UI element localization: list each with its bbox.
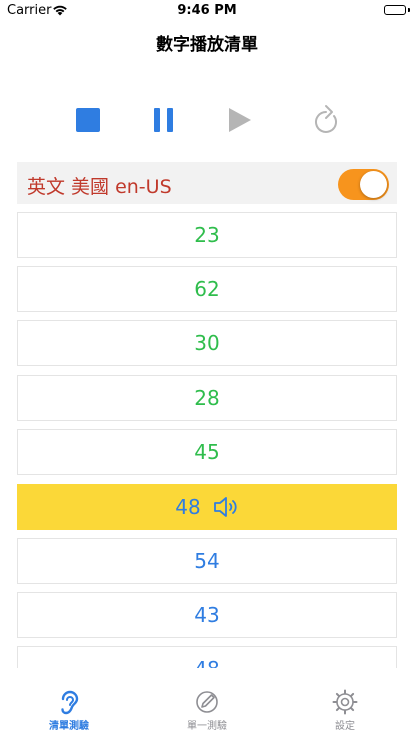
pencil-circle-icon <box>196 691 218 713</box>
number-value: 45 <box>194 440 220 464</box>
stop-button[interactable] <box>68 100 108 140</box>
battery-cap <box>408 8 410 12</box>
battery-icon <box>384 5 406 15</box>
pause-icon <box>154 108 173 132</box>
clock: 9:46 PM <box>177 3 237 18</box>
speaker-icon <box>213 496 239 518</box>
number-value: 28 <box>194 386 220 410</box>
list-item-playing[interactable]: 48 <box>17 484 397 530</box>
tab-label: 單一測驗 <box>187 721 227 732</box>
play-icon <box>229 108 251 132</box>
ear-icon <box>61 690 79 715</box>
list-item[interactable]: 62 <box>17 266 397 312</box>
stop-icon <box>76 108 100 132</box>
language-toggle[interactable] <box>338 169 389 200</box>
list-item[interactable]: 45 <box>17 429 397 475</box>
list-item[interactable]: 23 <box>17 212 397 258</box>
replay-button[interactable] <box>306 100 346 140</box>
tab-list-quiz[interactable]: 清單測驗 <box>19 689 119 732</box>
list-item[interactable]: 30 <box>17 320 397 366</box>
status-bar: Carrier 9:46 PM <box>0 0 414 22</box>
number-value: 30 <box>194 331 220 355</box>
number-list[interactable]: 23 62 30 28 45 48 54 43 48 <box>17 212 397 668</box>
list-item[interactable]: 43 <box>17 592 397 638</box>
tab-bar: 清單測驗 單一測驗 設定 <box>0 683 414 736</box>
number-value: 62 <box>194 277 220 301</box>
number-value: 54 <box>194 549 220 573</box>
gear-icon <box>332 689 358 715</box>
number-value: 23 <box>194 223 220 247</box>
tab-label: 設定 <box>335 721 355 732</box>
replay-icon <box>315 105 337 133</box>
tab-label: 清單測驗 <box>49 721 89 732</box>
list-item[interactable]: 54 <box>17 538 397 584</box>
toggle-knob <box>360 171 387 198</box>
language-label: 英文 美國 en-US <box>27 176 172 198</box>
play-button[interactable] <box>220 100 260 140</box>
page-title: 數字播放清單 <box>156 35 258 55</box>
tab-settings[interactable]: 設定 <box>295 689 395 732</box>
list-item[interactable]: 48 <box>17 646 397 668</box>
number-value: 43 <box>194 603 220 627</box>
list-item[interactable]: 28 <box>17 375 397 421</box>
number-value: 48 <box>194 657 219 668</box>
playback-controls <box>0 100 414 140</box>
number-value: 48 <box>175 495 201 519</box>
language-row: 英文 美國 en-US <box>17 162 397 204</box>
pause-button[interactable] <box>144 100 184 140</box>
tab-single-quiz[interactable]: 單一測驗 <box>157 689 257 732</box>
